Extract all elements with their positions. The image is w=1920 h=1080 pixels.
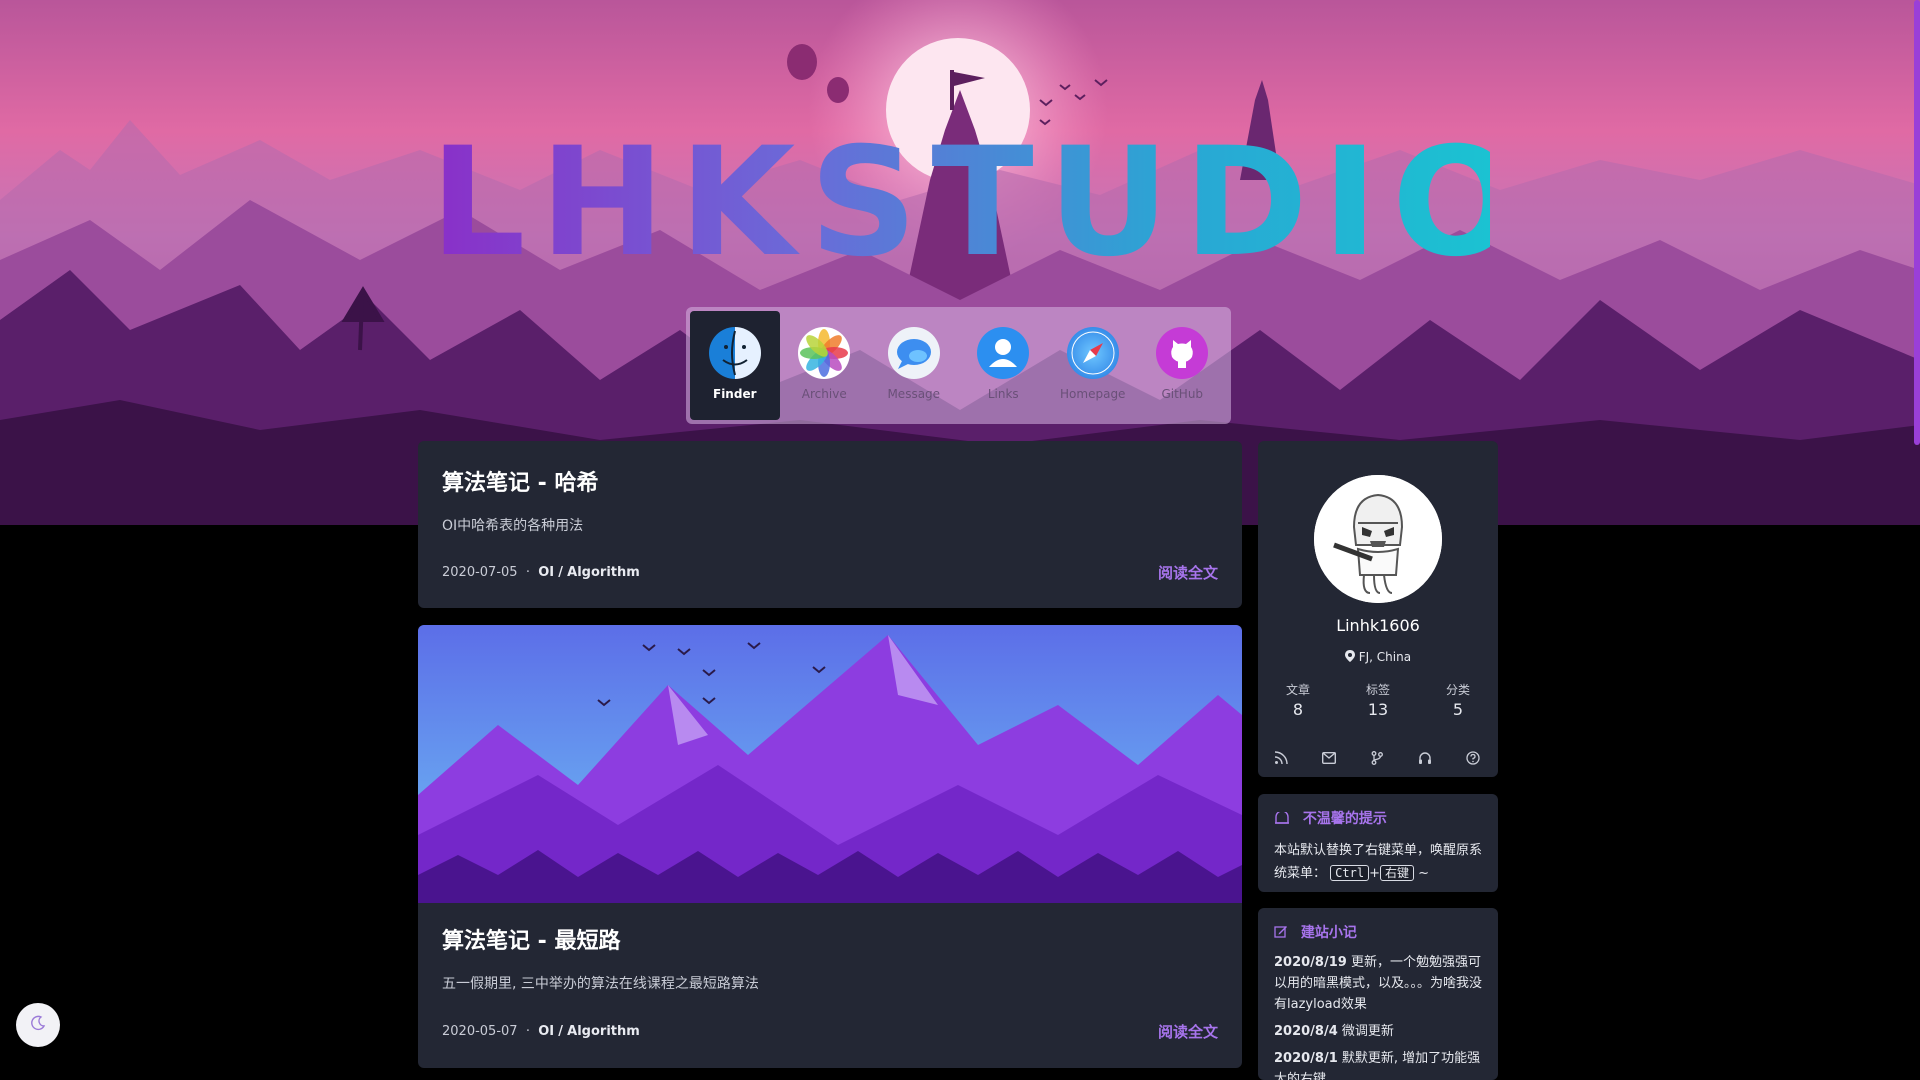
post-meta: 2020-05-07 · OI / Algorithm bbox=[442, 1024, 640, 1039]
location-pin-icon bbox=[1344, 650, 1359, 664]
post-card: 算法笔记 - 哈希 OI中哈希表的各种用法 2020-07-05 · OI / … bbox=[418, 441, 1242, 608]
changelog-text: 微调更新 bbox=[1341, 1024, 1394, 1039]
stat-label: 标签 bbox=[1365, 683, 1390, 697]
github-icon bbox=[1156, 327, 1209, 379]
scrollbar[interactable] bbox=[1914, 0, 1920, 445]
notice-icon bbox=[1274, 810, 1295, 827]
dock-label: Finder bbox=[713, 387, 757, 401]
stat-posts[interactable]: 文章 8 bbox=[1258, 681, 1338, 719]
changelog-entry: 2020/8/4 微调更新 bbox=[1274, 1021, 1482, 1042]
profile-name[interactable]: Linhk1606 bbox=[1258, 616, 1498, 635]
contacts-icon bbox=[977, 327, 1030, 379]
notice-header: 不温馨的提示 bbox=[1274, 808, 1482, 828]
post-subcategory[interactable]: Algorithm bbox=[567, 1024, 640, 1039]
changelog-header: 建站小记 bbox=[1274, 922, 1482, 942]
dock-item-homepage[interactable]: Homepage bbox=[1048, 311, 1138, 420]
kbd-ctrl: Ctrl bbox=[1330, 865, 1370, 881]
stat-value: 8 bbox=[1292, 700, 1304, 719]
changelog-card: 建站小记 2020/8/19 更新，一个勉勉强强可以用的暗黑模式，以及。。。为啥… bbox=[1258, 908, 1498, 1080]
stat-value: 13 bbox=[1367, 700, 1389, 719]
changelog-list: 2020/8/19 更新，一个勉勉强强可以用的暗黑模式，以及。。。为啥我没有la… bbox=[1274, 952, 1482, 1080]
dock-label: GitHub bbox=[1161, 387, 1204, 401]
changelog-date: 2020/8/4 bbox=[1274, 1024, 1338, 1039]
changelog-entry: 2020/8/19 更新，一个勉勉强强可以用的暗黑模式，以及。。。为啥我没有la… bbox=[1274, 952, 1482, 1015]
edit-icon bbox=[1274, 925, 1293, 941]
stat-label: 分类 bbox=[1445, 683, 1470, 697]
notice-title: 不温馨的提示 bbox=[1302, 811, 1387, 827]
dock-item-finder[interactable]: Finder bbox=[690, 311, 780, 420]
changelog-date: 2020/8/1 bbox=[1274, 1051, 1338, 1066]
post-date: 2020-07-05 bbox=[442, 565, 518, 580]
post-title[interactable]: 算法笔记 - 哈希 bbox=[442, 465, 1218, 497]
changelog-title: 建站小记 bbox=[1300, 925, 1357, 941]
help-icon[interactable] bbox=[1462, 747, 1484, 769]
dark-mode-toggle[interactable] bbox=[16, 1003, 60, 1047]
post-meta: 2020-07-05 · OI / Algorithm bbox=[442, 565, 640, 580]
dock-item-archive[interactable]: Archive bbox=[780, 311, 870, 420]
dock-item-message[interactable]: Message bbox=[869, 311, 959, 420]
message-icon bbox=[887, 327, 940, 379]
notice-body: 本站默认替换了右键菜单，唤醒原系统菜单： Ctrl + 右键 ~ bbox=[1274, 840, 1482, 885]
photos-icon bbox=[798, 327, 851, 379]
post-subcategory[interactable]: Algorithm bbox=[567, 565, 640, 580]
notice-card: 不温馨的提示 本站默认替换了右键菜单，唤醒原系统菜单： Ctrl + 右键 ~ bbox=[1258, 794, 1498, 892]
dock-label: Homepage bbox=[1060, 387, 1126, 401]
post-title[interactable]: 算法笔记 - 最短路 bbox=[442, 923, 1218, 955]
mail-icon[interactable] bbox=[1318, 747, 1340, 769]
headphones-icon[interactable] bbox=[1414, 747, 1436, 769]
read-more-link[interactable]: 阅读全文 bbox=[1158, 562, 1218, 583]
kbd-right-click: 右键 bbox=[1379, 865, 1414, 881]
read-more-link[interactable]: 阅读全文 bbox=[1158, 1021, 1218, 1042]
post-excerpt: 五一假期里, 三中举办的算法在线课程之最短路算法 bbox=[442, 976, 759, 992]
site-logo[interactable]: LHKSTUDIO bbox=[430, 118, 1490, 288]
location-text: FJ, China bbox=[1358, 650, 1412, 664]
dock-label: Archive bbox=[801, 387, 847, 401]
moon-icon bbox=[30, 1015, 46, 1035]
post-category[interactable]: OI bbox=[538, 1024, 554, 1039]
stat-categories[interactable]: 分类 5 bbox=[1418, 681, 1498, 719]
dock-item-links[interactable]: Links bbox=[959, 311, 1049, 420]
app-dock: Finder Archive Message Links Homepage Gi… bbox=[686, 307, 1231, 424]
safari-icon bbox=[1066, 327, 1119, 379]
stat-label: 文章 bbox=[1285, 683, 1310, 697]
post-date: 2020-05-07 bbox=[442, 1024, 518, 1039]
avatar[interactable] bbox=[1314, 475, 1442, 603]
category-slash: / bbox=[558, 1024, 564, 1039]
finder-icon bbox=[708, 327, 761, 379]
kbd-plus: + bbox=[1369, 866, 1380, 881]
notice-tail: ~ bbox=[1418, 866, 1430, 881]
meta-separator: · bbox=[525, 565, 530, 580]
post-card: 算法笔记 - 最短路 五一假期里, 三中举办的算法在线课程之最短路算法 2020… bbox=[418, 625, 1242, 1068]
post-excerpt: OI中哈希表的各种用法 bbox=[442, 518, 584, 534]
rss-icon[interactable] bbox=[1270, 747, 1292, 769]
changelog-entry: 2020/8/1 默默更新, 增加了功能强大的右键 bbox=[1274, 1048, 1482, 1080]
dock-label: Message bbox=[887, 387, 941, 401]
stat-tags[interactable]: 标签 13 bbox=[1338, 681, 1418, 719]
post-cover-image[interactable] bbox=[418, 625, 1242, 903]
meta-separator: · bbox=[525, 1024, 530, 1039]
profile-card: Linhk1606 FJ, China 文章 8 标签 13 分类 5 bbox=[1258, 441, 1498, 777]
changelog-date: 2020/8/19 bbox=[1274, 955, 1347, 970]
dock-item-github[interactable]: GitHub bbox=[1138, 311, 1228, 420]
stat-value: 5 bbox=[1452, 700, 1464, 719]
category-slash: / bbox=[558, 565, 564, 580]
profile-location: FJ, China bbox=[1258, 650, 1498, 664]
dock-label: Links bbox=[987, 387, 1019, 401]
git-branch-icon[interactable] bbox=[1366, 747, 1388, 769]
post-category[interactable]: OI bbox=[538, 565, 554, 580]
